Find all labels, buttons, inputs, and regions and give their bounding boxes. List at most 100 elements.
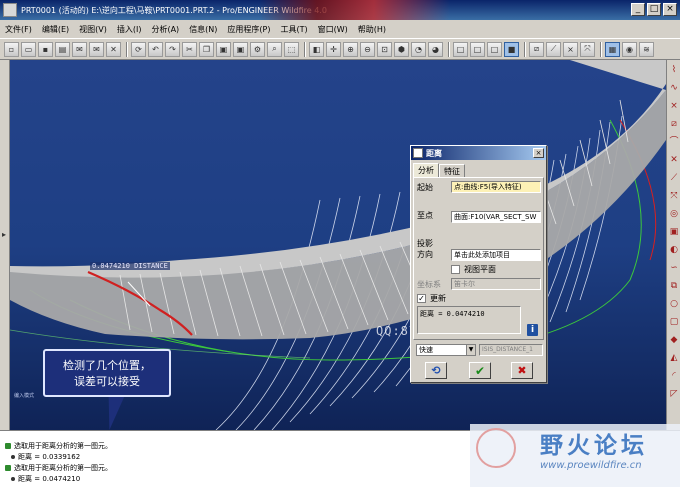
- paste-icon[interactable]: ▣: [216, 41, 231, 57]
- round-icon[interactable]: ◜: [668, 370, 680, 382]
- menu-insert[interactable]: 插入(I): [112, 24, 147, 35]
- projection-selector[interactable]: 单击此处添加项目: [451, 249, 541, 261]
- view-plane-checkbox[interactable]: [451, 265, 460, 274]
- menu-help[interactable]: 帮助(H): [353, 24, 391, 35]
- info-icon[interactable]: i: [527, 324, 538, 336]
- menu-window[interactable]: 窗口(W): [313, 24, 353, 35]
- datum-planes-icon[interactable]: ⧄: [529, 41, 544, 57]
- toolbar-separator: [600, 41, 602, 57]
- minimize-button[interactable]: _: [631, 3, 645, 16]
- zoom-in-icon[interactable]: ⊕: [343, 41, 358, 57]
- reorient-icon[interactable]: ⬢: [394, 41, 409, 57]
- update-checkbox[interactable]: ✓: [417, 294, 426, 303]
- close-button[interactable]: ×: [663, 3, 677, 16]
- sketch-icon[interactable]: ⌇: [668, 64, 680, 76]
- undo-icon[interactable]: ↶: [148, 41, 163, 57]
- rib-icon[interactable]: ◆: [668, 334, 680, 346]
- email-icon[interactable]: ✉: [72, 41, 87, 57]
- forum-url: www.proewildfire.cn: [540, 460, 642, 471]
- mode-select[interactable]: 快速 ▼: [416, 344, 476, 356]
- menu-view[interactable]: 视图(V): [74, 24, 112, 35]
- print-icon[interactable]: ▤: [55, 41, 70, 57]
- hidden-line-icon[interactable]: □: [470, 41, 485, 57]
- dialog-title-bar[interactable]: 距离: [411, 146, 546, 160]
- maximize-button[interactable]: □: [647, 3, 661, 16]
- menu-applications[interactable]: 应用程序(P): [222, 24, 275, 35]
- point-tool-icon[interactable]: ✕: [668, 154, 680, 166]
- extrude-icon[interactable]: ▣: [668, 226, 680, 238]
- repaint-icon[interactable]: ◧: [309, 41, 324, 57]
- blend-icon[interactable]: ⧉: [668, 280, 680, 292]
- shading-icon[interactable]: ■: [504, 41, 519, 57]
- message-text: 选取用于距离分析的第一图元。: [14, 464, 112, 472]
- new-file-icon[interactable]: ▫: [4, 41, 19, 57]
- menu-info[interactable]: 信息(N): [184, 24, 222, 35]
- shell-icon[interactable]: ▢: [668, 316, 680, 328]
- refit-icon[interactable]: ⊡: [377, 41, 392, 57]
- cancel-button[interactable]: ✖: [511, 362, 533, 379]
- send-icon[interactable]: ✉: [89, 41, 104, 57]
- find-icon[interactable]: ⌕: [267, 41, 282, 57]
- appearance-icon[interactable]: ◕: [428, 41, 443, 57]
- color-icon[interactable]: ◉: [622, 41, 637, 57]
- menu-file[interactable]: 文件(F): [0, 24, 37, 35]
- from-selector[interactable]: 点:曲线:F5(导入特征): [451, 181, 541, 193]
- regenerate-icon[interactable]: ⟳: [131, 41, 146, 57]
- revolve-icon[interactable]: ◐: [668, 244, 680, 256]
- menu-analysis[interactable]: 分析(A): [146, 24, 184, 35]
- chevron-down-icon: ▼: [466, 345, 475, 355]
- datum-axes-icon[interactable]: ⟋: [546, 41, 561, 57]
- csys-value: 笛卡尔: [454, 280, 475, 288]
- repeat-button[interactable]: ⟲: [425, 362, 447, 379]
- bullet-icon: [11, 455, 15, 459]
- csys-tool-icon[interactable]: ⤧: [668, 190, 680, 202]
- navigator-collapse-strip[interactable]: ▸: [0, 60, 10, 430]
- ok-button[interactable]: ✔: [469, 362, 491, 379]
- title-bar: PRT0001 (活动的) E:\逆向工程\马鞍\PRT0001.PRT.2 -…: [0, 0, 680, 20]
- redo-icon[interactable]: ↷: [165, 41, 180, 57]
- feature-name-field[interactable]: ISIS_DISTANCE_1: [479, 344, 543, 356]
- menu-edit[interactable]: 编辑(E): [37, 24, 74, 35]
- cut-icon[interactable]: ✂: [182, 41, 197, 57]
- spin-center-icon[interactable]: ✛: [326, 41, 341, 57]
- dialog-close-button[interactable]: ×: [533, 148, 544, 158]
- copy-icon[interactable]: ❐: [199, 41, 214, 57]
- analysis-icon[interactable]: ◎: [668, 208, 680, 220]
- expand-arrow-icon[interactable]: ▸: [2, 230, 6, 239]
- layers-icon[interactable]: ≋: [639, 41, 654, 57]
- tab-analysis[interactable]: 分析: [413, 163, 439, 177]
- plane-icon[interactable]: ⧄: [668, 118, 680, 130]
- datum-curve-icon[interactable]: ∿: [668, 82, 680, 94]
- projection-label-1: 投影: [417, 239, 433, 248]
- forum-logo-icon: [476, 428, 516, 468]
- sweep-icon[interactable]: ∽: [668, 262, 680, 274]
- csys-icon[interactable]: ⤧: [580, 41, 595, 57]
- draft-icon[interactable]: ◭: [668, 352, 680, 364]
- to-selector[interactable]: 曲面:F10(VAR_SECT_SW: [451, 211, 541, 223]
- message-line: 距离 = 0.0339162: [5, 452, 80, 462]
- datum-point-icon[interactable]: ×: [668, 100, 680, 112]
- message-line: 距离 = 0.0474210: [5, 474, 80, 484]
- close-window-icon[interactable]: ✕: [106, 41, 121, 57]
- axis-icon[interactable]: ⟋: [668, 172, 680, 184]
- annotation-callout: 检测了几个位置， 误差可以接受: [43, 349, 171, 397]
- regen-manager-icon[interactable]: ⚙: [250, 41, 265, 57]
- analysis-panel: 起始 点:曲线:F5(导入特征) 至点 曲面:F10(VAR_SECT_SW 投…: [413, 177, 544, 340]
- tab-feature[interactable]: 特征: [439, 164, 465, 178]
- paste-special-icon[interactable]: ▣: [233, 41, 248, 57]
- datum-points-icon[interactable]: ×: [563, 41, 578, 57]
- to-label: 至点: [417, 211, 433, 220]
- curve-icon[interactable]: ⌒: [668, 136, 680, 148]
- no-hidden-icon[interactable]: □: [487, 41, 502, 57]
- toolbar-separator: [524, 41, 526, 57]
- saved-views-icon[interactable]: ◔: [411, 41, 426, 57]
- zoom-out-icon[interactable]: ⊖: [360, 41, 375, 57]
- hole-icon[interactable]: ○: [668, 298, 680, 310]
- select-box-icon[interactable]: ⬚: [284, 41, 299, 57]
- model-tree-icon[interactable]: ▦: [605, 41, 620, 57]
- wireframe-icon[interactable]: □: [453, 41, 468, 57]
- menu-tools[interactable]: 工具(T): [276, 24, 313, 35]
- open-folder-icon[interactable]: ▭: [21, 41, 36, 57]
- save-icon[interactable]: ▪: [38, 41, 53, 57]
- chamfer-icon[interactable]: ◸: [668, 388, 680, 400]
